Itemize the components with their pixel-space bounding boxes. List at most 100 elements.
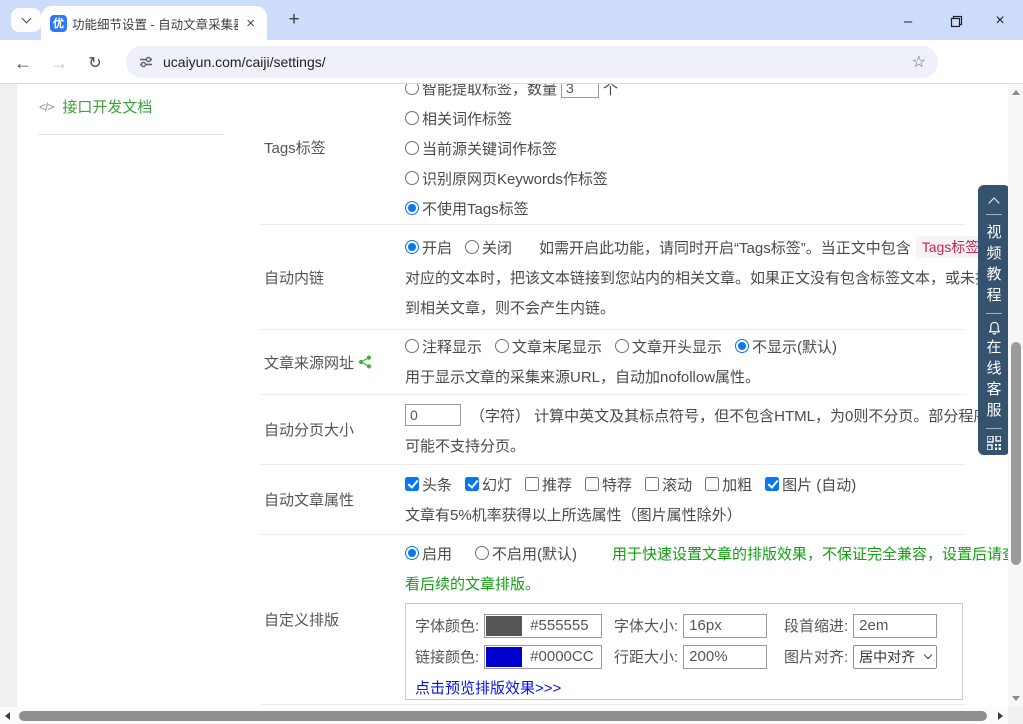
- radio-option-hide[interactable]: 不显示(默认): [735, 336, 837, 357]
- restore-icon: [950, 15, 963, 28]
- radio-icon[interactable]: [405, 240, 419, 254]
- radio-icon[interactable]: [405, 201, 419, 215]
- radio-icon[interactable]: [615, 339, 629, 353]
- radio-icon[interactable]: [495, 339, 509, 353]
- checkbox-icon[interactable]: [525, 477, 539, 491]
- img-align-value: 居中对齐: [859, 647, 915, 667]
- preview-typeset-link[interactable]: 点击预览排版效果>>>: [415, 677, 561, 698]
- checkbox-icon[interactable]: [765, 477, 779, 491]
- checkbox-option-scroll[interactable]: 滚动: [645, 474, 692, 495]
- radio-icon[interactable]: [405, 339, 419, 353]
- option-label: 推荐: [542, 474, 572, 495]
- checkbox-option-headline[interactable]: 头条: [405, 474, 452, 495]
- radio-option-no-tags[interactable]: 不使用Tags标签: [405, 193, 966, 223]
- indent-label: 段首缩进:: [784, 615, 848, 636]
- horizontal-scroll-thumb[interactable]: [19, 711, 987, 721]
- checkbox-icon[interactable]: [585, 477, 599, 491]
- option-label: 相关词作标签: [422, 108, 512, 129]
- pagination-size-input[interactable]: [405, 404, 461, 426]
- scroll-up-arrow[interactable]: [1012, 90, 1020, 95]
- font-size-input[interactable]: [683, 614, 767, 638]
- window-minimize-button[interactable]: –: [893, 11, 923, 31]
- address-bar[interactable]: ucaiyun.com/caiji/settings/ ☆: [126, 46, 938, 78]
- link-color-swatch[interactable]: [486, 647, 522, 667]
- checkbox-option-image[interactable]: 图片 (自动): [765, 474, 856, 495]
- row-label: 文章来源网址: [264, 352, 354, 373]
- checkbox-icon[interactable]: [645, 477, 659, 491]
- font-color-swatch[interactable]: [486, 616, 522, 636]
- bell-icon[interactable]: [988, 321, 1001, 335]
- checkbox-icon[interactable]: [405, 477, 419, 491]
- form-row-source-url: 文章来源网址 注释显示 文章末尾显示: [260, 330, 966, 395]
- bookmark-star-icon[interactable]: ☆: [912, 52, 926, 72]
- horizontal-scrollbar[interactable]: [0, 707, 1008, 724]
- font-color-value[interactable]: #555555: [523, 615, 601, 637]
- link-color-picker[interactable]: #0000CC: [484, 645, 602, 669]
- radio-option-on[interactable]: 开启: [405, 237, 452, 258]
- form-row-pagination: 自动分页大小 （字符） 计算中英文及其标点符号，但不包含HTML，为0则不分页。…: [260, 395, 966, 465]
- font-color-picker[interactable]: #555555: [484, 614, 602, 638]
- radio-icon[interactable]: [475, 546, 489, 560]
- forward-button[interactable]: →: [46, 50, 72, 76]
- indent-input[interactable]: [853, 614, 937, 638]
- reload-button[interactable]: ↻: [82, 50, 108, 76]
- radio-option-comment[interactable]: 注释显示: [405, 336, 482, 357]
- window-close-button[interactable]: ×: [985, 11, 1015, 31]
- option-label: 滚动: [662, 474, 692, 495]
- share-icon: [358, 355, 372, 369]
- page-content: </> 接口开发文档 Tags标签 智能提取标签，数量 个 相关词作标签: [0, 84, 1008, 707]
- tag-count-input[interactable]: [561, 84, 599, 98]
- panel-divider: [986, 214, 1002, 215]
- scroll-right-arrow[interactable]: [998, 712, 1003, 720]
- radio-option-page-keywords[interactable]: 识别原网页Keywords作标签: [405, 163, 966, 193]
- radio-option-smart-tags[interactable]: 智能提取标签，数量 个: [405, 84, 966, 103]
- row-label: 自动分页大小: [260, 395, 405, 464]
- window-restore-button[interactable]: [941, 11, 971, 31]
- vertical-scrollbar[interactable]: [1008, 84, 1023, 707]
- new-tab-button[interactable]: +: [282, 8, 306, 32]
- qrcode-icon[interactable]: [987, 436, 1001, 450]
- site-settings-icon[interactable]: [138, 54, 154, 70]
- radio-option-related-words[interactable]: 相关词作标签: [405, 103, 966, 133]
- url-text[interactable]: ucaiyun.com/caiji/settings/: [163, 54, 326, 70]
- form-row-typeset: 自定义排版 启用 不启用(默认) 用于快速设置文章的排版效果，不保证完全兼容，设…: [260, 535, 966, 705]
- checkbox-icon[interactable]: [465, 477, 479, 491]
- checkbox-option-special[interactable]: 特荐: [585, 474, 632, 495]
- api-doc-label: 接口开发文档: [62, 96, 152, 117]
- radio-option-article-end[interactable]: 文章末尾显示: [495, 336, 602, 357]
- radio-icon[interactable]: [405, 84, 419, 95]
- scroll-left-arrow[interactable]: [5, 712, 10, 720]
- sidebar-item-api-doc[interactable]: </> 接口开发文档: [39, 96, 152, 117]
- radio-option-source-keywords[interactable]: 当前源关键词作标签: [405, 133, 966, 163]
- attributes-desc: 文章有5%机率获得以上所选属性（图片属性除外）: [405, 499, 966, 529]
- back-button[interactable]: ←: [10, 50, 36, 76]
- img-align-select[interactable]: 居中对齐: [853, 645, 937, 669]
- radio-icon[interactable]: [735, 339, 749, 353]
- radio-icon[interactable]: [405, 546, 419, 560]
- video-tutorial-button[interactable]: 视频教程: [986, 222, 1003, 306]
- scroll-down-arrow[interactable]: [1012, 696, 1020, 701]
- checkbox-icon[interactable]: [705, 477, 719, 491]
- tab-search-button[interactable]: [11, 8, 41, 32]
- checkbox-option-recommend[interactable]: 推荐: [525, 474, 572, 495]
- radio-option-enable[interactable]: 启用: [405, 543, 452, 564]
- option-suffix: 个: [603, 84, 618, 99]
- tab-close-icon[interactable]: ×: [243, 15, 258, 32]
- browser-toolbar: ← → ↻ ucaiyun.com/caiji/settings/ ☆ 井 ⋮: [0, 40, 1023, 84]
- line-height-input[interactable]: [683, 645, 767, 669]
- radio-icon[interactable]: [405, 141, 419, 155]
- autolink-desc-2: 对应的文本时，把该文本链接到您站内的相关文章。如果正文没有包含标签文本，或未找: [405, 262, 990, 292]
- back-to-top-icon[interactable]: [988, 197, 999, 208]
- online-service-button[interactable]: 在线客服: [986, 337, 1003, 421]
- link-color-value[interactable]: #0000CC: [523, 646, 601, 668]
- browser-tab[interactable]: 优 功能细节设置 - 自动文章采集器 ×: [41, 6, 267, 40]
- radio-icon[interactable]: [465, 240, 479, 254]
- radio-option-off[interactable]: 关闭: [465, 237, 512, 258]
- checkbox-option-slide[interactable]: 幻灯: [465, 474, 512, 495]
- checkbox-option-bold[interactable]: 加粗: [705, 474, 752, 495]
- radio-option-disable[interactable]: 不启用(默认): [475, 543, 577, 564]
- radio-option-article-start[interactable]: 文章开头显示: [615, 336, 722, 357]
- radio-icon[interactable]: [405, 111, 419, 125]
- vertical-scroll-thumb[interactable]: [1011, 342, 1021, 565]
- radio-icon[interactable]: [405, 171, 419, 185]
